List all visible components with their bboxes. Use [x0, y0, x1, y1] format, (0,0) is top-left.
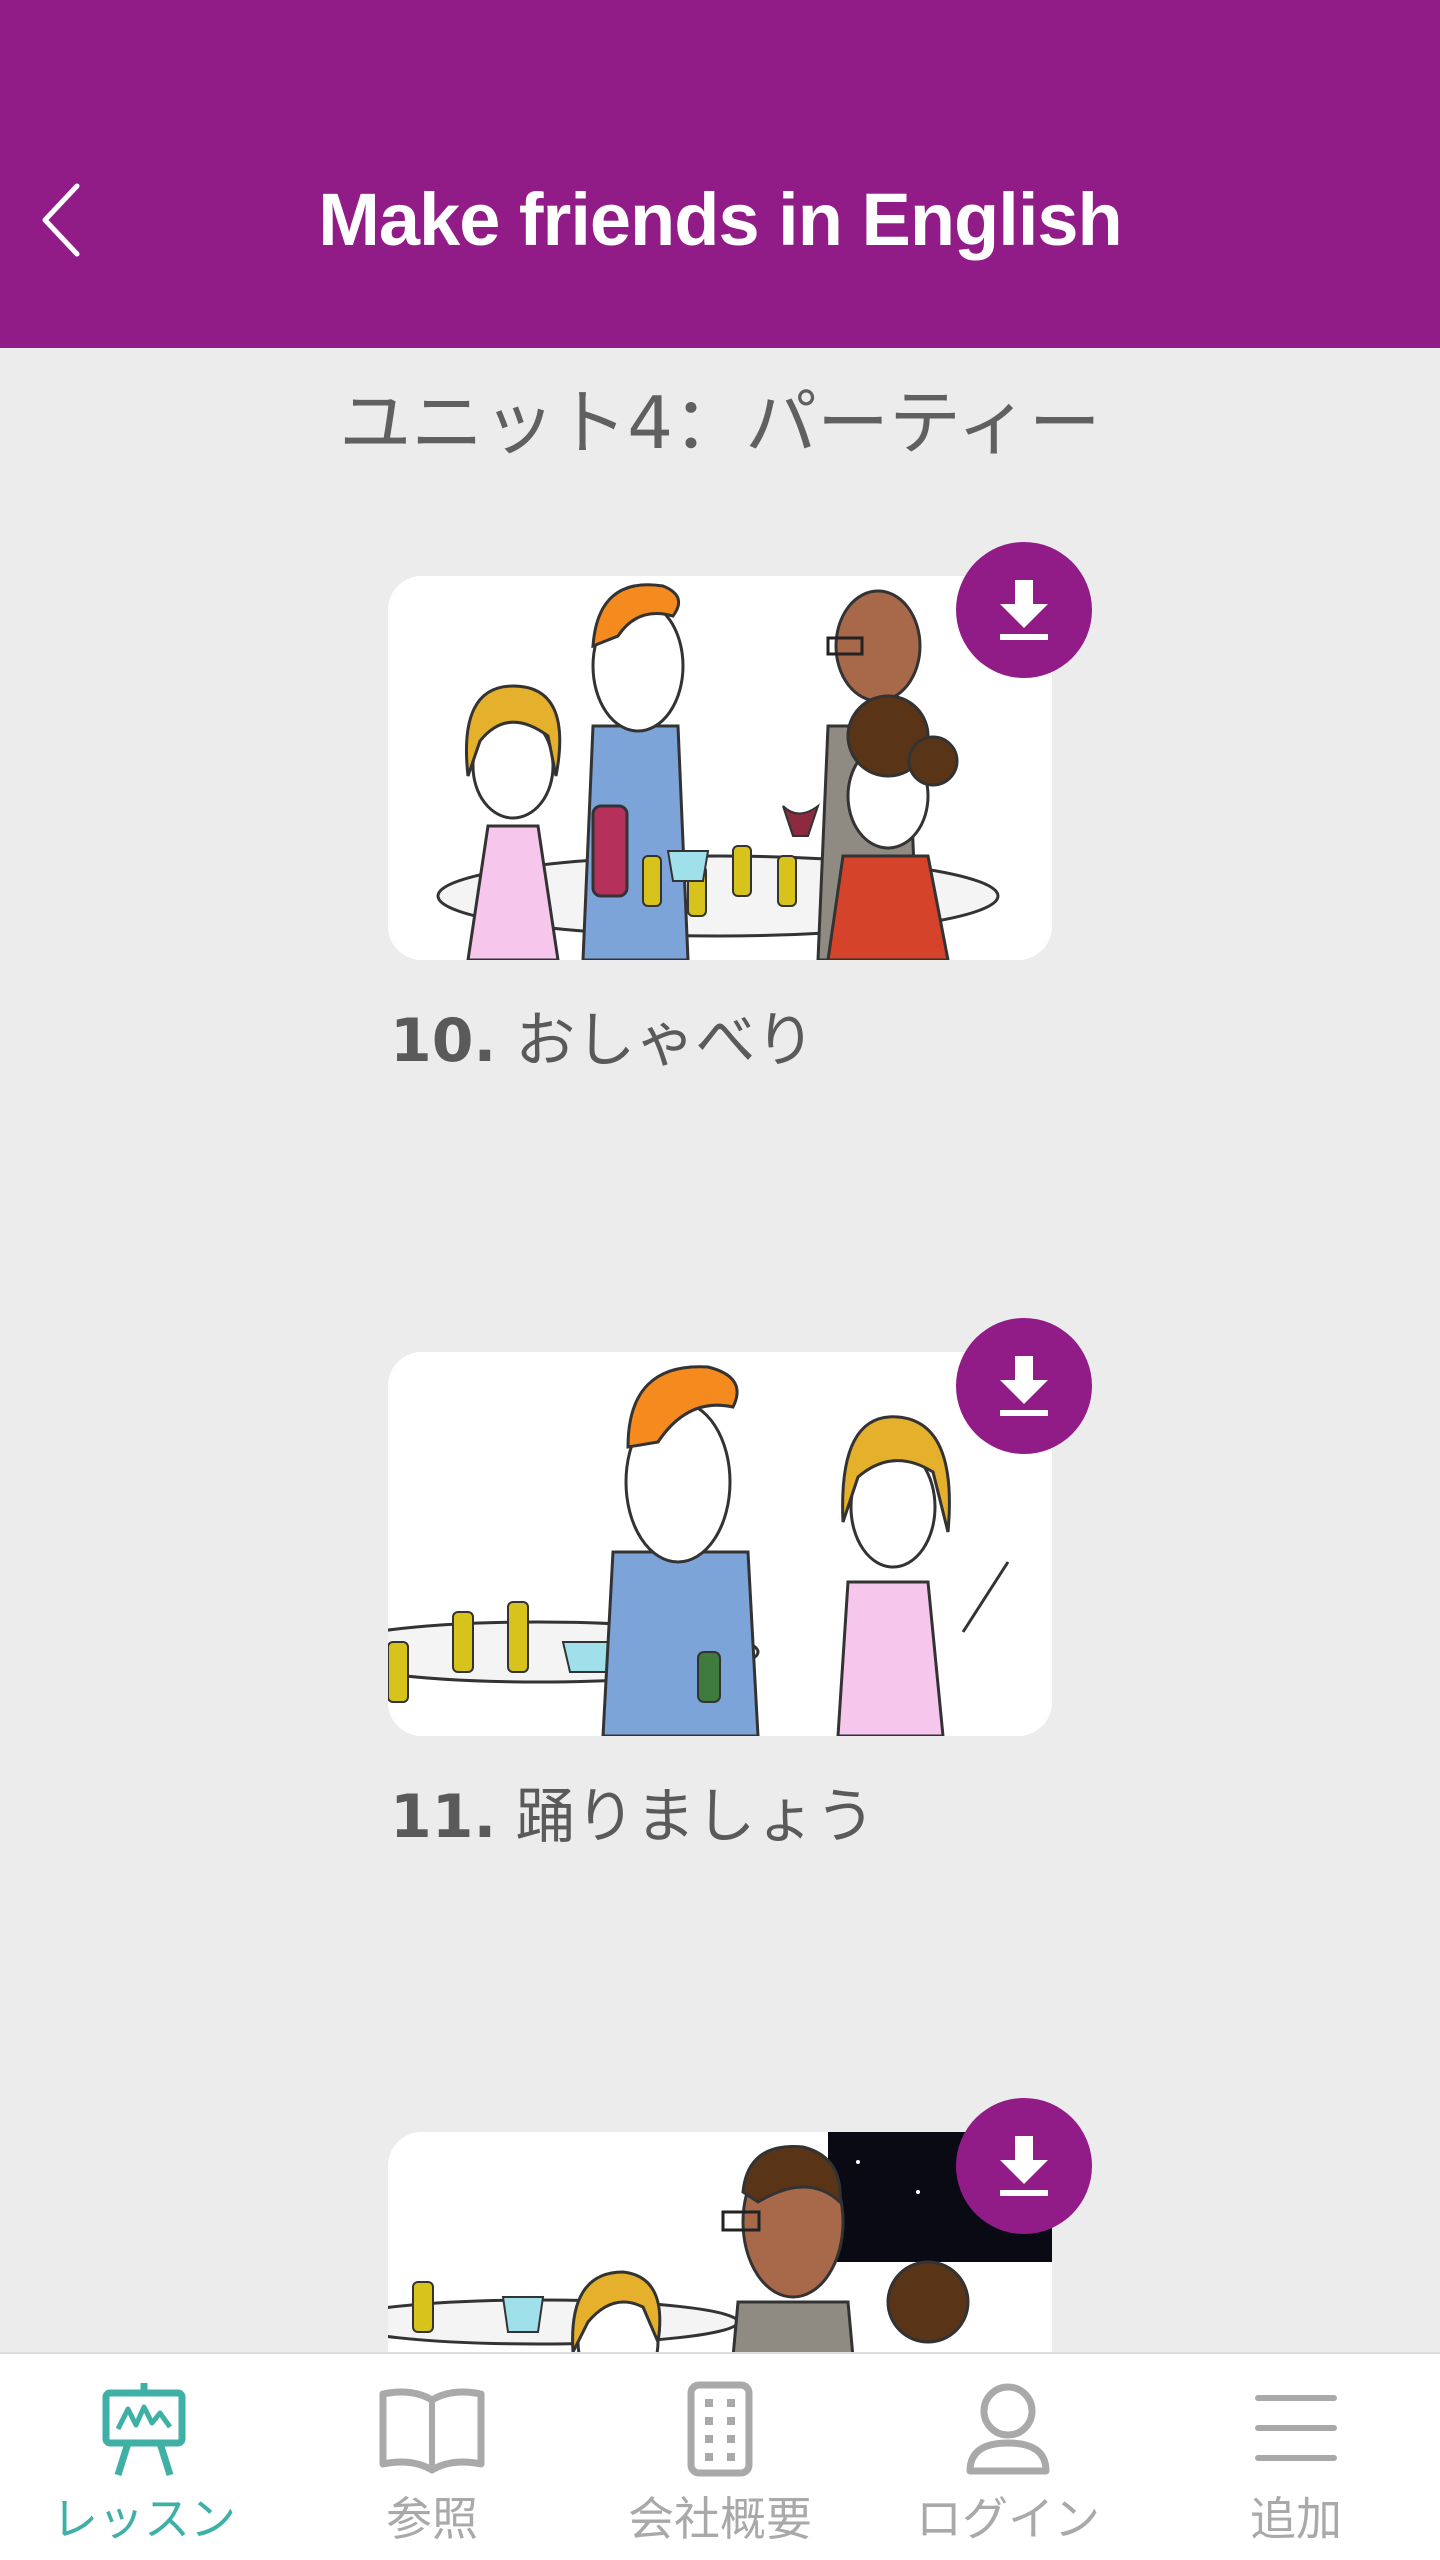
user-icon [948, 2374, 1068, 2484]
tab-login[interactable]: ログイン [864, 2354, 1152, 2560]
building-icon [660, 2374, 780, 2484]
tab-label: 追加 [1250, 2492, 1342, 2546]
download-button[interactable] [956, 542, 1092, 678]
tab-label: ログイン [916, 2492, 1100, 2546]
lesson-number: 10. [390, 1006, 497, 1076]
tab-about[interactable]: 会社概要 [576, 2354, 864, 2560]
download-icon [1000, 1356, 1048, 1416]
download-icon [1000, 2136, 1048, 2196]
lesson-name: 踊りましょう [515, 1782, 876, 1852]
lesson-illustration[interactable] [388, 576, 1052, 960]
bottom-tab-bar: レッスン 参照 会社概要 ログイン 追加 [0, 2352, 1440, 2560]
lesson-title[interactable]: 11. 踊りましょう [390, 1772, 875, 1862]
tab-reference[interactable]: 参照 [288, 2354, 576, 2560]
unit-title: ユニット4：パーティー [339, 381, 1101, 465]
download-button[interactable] [956, 1318, 1092, 1454]
app-header: Make friends in English [0, 0, 1440, 348]
download-icon [1000, 580, 1048, 640]
tab-lessons[interactable]: レッスン [0, 2354, 288, 2560]
tab-label: 参照 [386, 2492, 478, 2546]
book-icon [372, 2374, 492, 2484]
tab-label: レッスン [52, 2492, 236, 2546]
lesson-illustration[interactable] [388, 1352, 1052, 1736]
lesson-title[interactable]: 10. おしゃべり [390, 996, 815, 1086]
tab-label: 会社概要 [628, 2492, 812, 2546]
page-title: Make friends in English [318, 178, 1123, 261]
download-button[interactable] [956, 2098, 1092, 2234]
lesson-easel-icon [84, 2374, 204, 2484]
tab-more[interactable]: 追加 [1152, 2354, 1440, 2560]
menu-icon [1236, 2374, 1356, 2484]
lesson-number: 11. [390, 1782, 497, 1852]
lesson-name: おしゃべり [515, 1006, 816, 1076]
